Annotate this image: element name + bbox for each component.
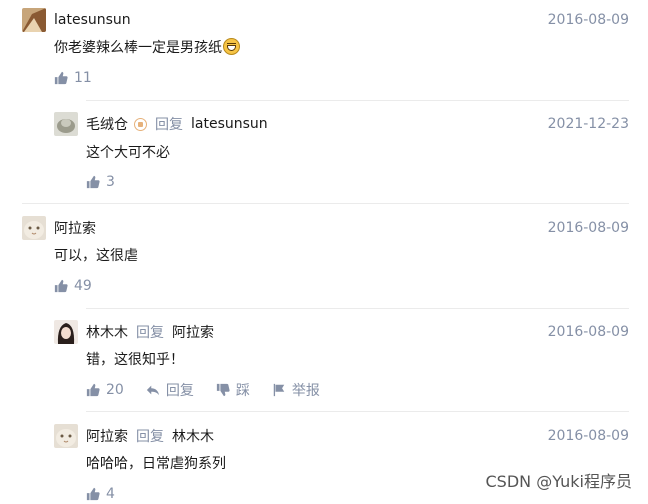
thumbs-up-icon — [86, 487, 100, 501]
like-count: 49 — [74, 278, 92, 294]
thumbs-up-icon — [86, 175, 100, 189]
avatar[interactable] — [22, 8, 46, 32]
reply-label: 回复 — [155, 117, 183, 133]
grinning-emoji-icon — [223, 38, 240, 55]
divider — [86, 411, 629, 412]
watermark: CSDN @Yuki程序员 — [485, 472, 633, 491]
reply-button[interactable]: 回复 — [146, 380, 194, 400]
comment-date: 2016-08-09 — [547, 428, 629, 444]
report-button-label: 举报 — [291, 383, 320, 399]
report-button[interactable]: 举报 — [272, 380, 320, 400]
divider — [22, 203, 629, 204]
dislike-button[interactable]: 踩 — [216, 380, 250, 400]
comment-content: 这个大可不必 — [86, 145, 170, 161]
reply-label: 回复 — [136, 325, 164, 341]
thumbs-up-icon — [54, 279, 68, 293]
reply-button-label: 回复 — [165, 383, 194, 399]
comment-author[interactable]: 林木木 — [86, 322, 128, 342]
comment-author[interactable]: latesunsun — [54, 12, 131, 28]
comment-date: 2021-12-23 — [547, 116, 629, 132]
like-button[interactable]: 20 — [86, 382, 124, 398]
divider — [86, 308, 629, 309]
comment-author[interactable]: 阿拉索 — [54, 218, 96, 238]
like-button[interactable]: 3 — [86, 174, 115, 190]
reply-target[interactable]: 阿拉索 — [172, 322, 214, 342]
reply-label: 回复 — [136, 429, 164, 445]
flag-icon — [273, 383, 285, 397]
thumbs-down-icon — [216, 383, 230, 397]
dislike-button-label: 踩 — [235, 383, 250, 399]
comment-content: 错，这很知乎！ — [86, 352, 184, 368]
like-button[interactable]: 11 — [54, 70, 92, 86]
like-count: 3 — [106, 174, 115, 190]
reply-target[interactable]: 林木木 — [172, 426, 214, 446]
divider — [86, 100, 629, 101]
comment-author[interactable]: 毛绒仓 — [86, 114, 128, 134]
comment-author[interactable]: 阿拉索 — [86, 426, 128, 446]
comment-content: 可以，这很虐 — [54, 248, 138, 264]
thumbs-up-icon — [86, 383, 100, 397]
comment-date: 2016-08-09 — [547, 12, 629, 28]
comment-date: 2016-08-09 — [547, 220, 629, 236]
comment-date: 2016-08-09 — [547, 324, 629, 340]
reply-target[interactable]: latesunsun — [191, 116, 268, 132]
comment-content: 哈哈哈，日常虐狗系列 — [86, 456, 226, 472]
member-badge-icon — [134, 117, 147, 131]
comment-content: 你老婆辣么棒一定是男孩纸 — [54, 37, 240, 59]
avatar[interactable] — [54, 424, 78, 448]
like-count: 20 — [106, 382, 124, 398]
like-count: 11 — [74, 70, 92, 86]
avatar[interactable] — [54, 112, 78, 136]
avatar[interactable] — [54, 320, 78, 344]
like-button[interactable]: 49 — [54, 278, 92, 294]
thumbs-up-icon — [54, 71, 68, 85]
avatar[interactable] — [22, 216, 46, 240]
comment-text: 你老婆辣么棒一定是男孩纸 — [54, 40, 222, 56]
reply-arrow-icon — [146, 385, 159, 396]
